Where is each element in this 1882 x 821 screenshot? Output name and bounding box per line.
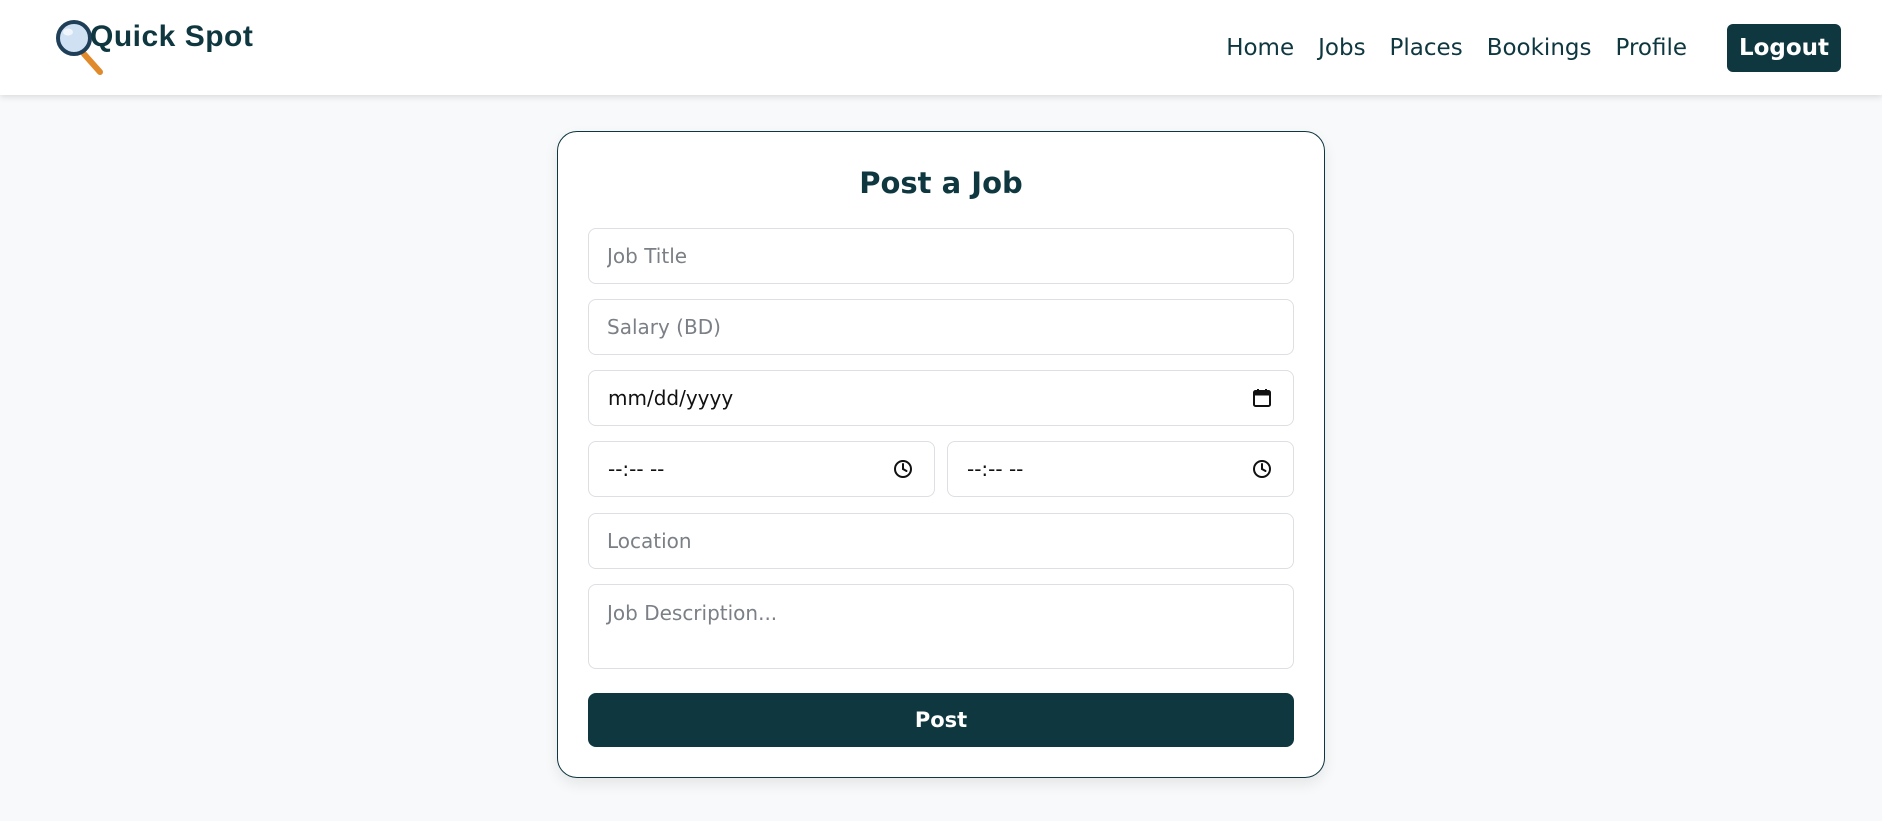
brand-logo[interactable]: Quick Spot	[56, 16, 253, 76]
nav-bookings-link[interactable]: Bookings	[1487, 35, 1592, 61]
nav-profile-link[interactable]: Profile	[1615, 35, 1687, 61]
start-time-input[interactable]: --:-- --	[588, 441, 935, 497]
post-job-card: Post a Job mm/dd/yyyy --:-- -- --:-- -- …	[557, 131, 1325, 778]
end-time-value: --:-- --	[967, 457, 1024, 481]
location-input[interactable]	[588, 513, 1294, 569]
salary-input[interactable]	[588, 299, 1294, 355]
job-title-input[interactable]	[588, 228, 1294, 284]
nav-home-link[interactable]: Home	[1226, 35, 1294, 61]
post-button[interactable]: Post	[588, 693, 1294, 747]
date-input[interactable]: mm/dd/yyyy	[588, 370, 1294, 426]
date-input-value: mm/dd/yyyy	[608, 386, 734, 410]
form-title: Post a Job	[859, 166, 1023, 200]
clock-icon[interactable]	[1251, 458, 1273, 480]
start-time-value: --:-- --	[608, 457, 665, 481]
top-navbar: Quick Spot Home Jobs Places Bookings Pro…	[0, 0, 1882, 95]
clock-icon[interactable]	[892, 458, 914, 480]
end-time-input[interactable]: --:-- --	[947, 441, 1294, 497]
brand-name: Quick Spot	[90, 20, 254, 53]
main-nav: Home Jobs Places Bookings Profile Logout	[1226, 0, 1882, 95]
nav-jobs-link[interactable]: Jobs	[1318, 35, 1365, 61]
nav-places-link[interactable]: Places	[1390, 35, 1463, 61]
job-description-textarea[interactable]	[588, 584, 1294, 669]
logout-button[interactable]: Logout	[1727, 23, 1841, 72]
calendar-icon[interactable]	[1251, 387, 1273, 409]
